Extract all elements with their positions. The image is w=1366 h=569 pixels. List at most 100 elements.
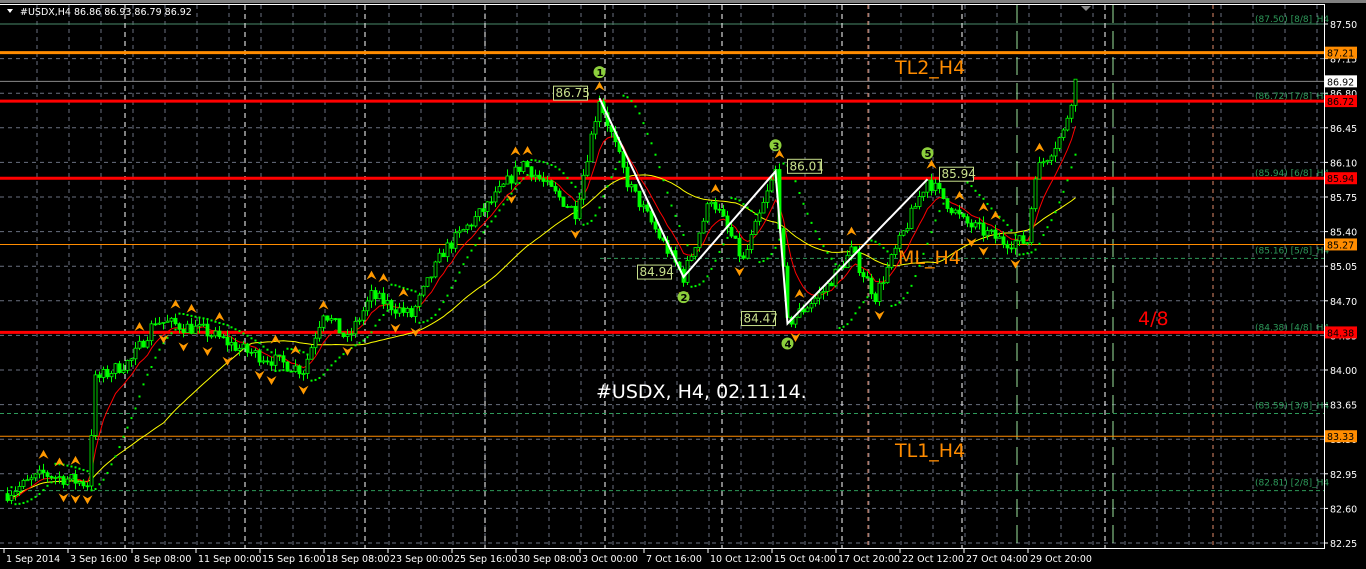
parabolic-sar-dot — [210, 319, 213, 322]
parabolic-sar-dot — [422, 321, 425, 324]
candle-body — [873, 293, 878, 302]
parabolic-sar-dot — [894, 303, 897, 306]
candle-body — [705, 203, 710, 222]
parabolic-sar-dot — [730, 197, 733, 200]
parabolic-sar-dot — [698, 283, 701, 286]
candle-body — [1029, 208, 1034, 244]
candle-body — [901, 230, 906, 236]
parabolic-sar-dot — [710, 267, 713, 270]
candle-body — [117, 363, 122, 373]
parabolic-sar-dot — [282, 369, 285, 372]
parabolic-sar-dot — [246, 334, 249, 337]
parabolic-sar-dot — [366, 336, 369, 339]
candle-body — [133, 347, 138, 360]
candle-body — [653, 221, 658, 230]
parabolic-sar-dot — [682, 233, 685, 236]
parabolic-sar-dot — [526, 173, 529, 176]
price-tick-label: 85.05 — [1330, 262, 1357, 273]
parabolic-sar-dot — [1006, 223, 1009, 226]
parabolic-sar-dot — [602, 195, 605, 198]
parabolic-sar-dot — [1042, 234, 1045, 237]
candle-body — [633, 184, 638, 192]
candle-body — [409, 308, 414, 317]
candle-body — [1025, 242, 1030, 245]
price-axis-border — [1324, 4, 1325, 549]
parabolic-sar-dot — [34, 495, 37, 498]
parabolic-sar-dot — [486, 225, 489, 228]
parabolic-sar-dot — [898, 301, 901, 304]
octave-label: 4/8 — [1138, 308, 1169, 330]
parabolic-sar-dot — [506, 198, 509, 201]
parabolic-sar-dot — [430, 317, 433, 320]
candle-body — [1017, 235, 1022, 242]
candle-body — [461, 229, 466, 232]
parabolic-sar-dot — [818, 238, 821, 241]
parabolic-sar-dot — [734, 197, 737, 200]
parabolic-sar-dot — [406, 288, 409, 291]
candle-body — [421, 285, 426, 296]
price-chart[interactable]: (87.50) [8/8]_H4(86.72) [7/8]_H4(85.94) … — [0, 0, 1366, 569]
parabolic-sar-dot — [502, 203, 505, 206]
candle-body — [489, 201, 494, 204]
parabolic-sar-dot — [122, 435, 125, 438]
candle-body — [729, 227, 734, 237]
parabolic-sar-dot — [878, 243, 881, 246]
candle-body — [433, 261, 438, 278]
candle-body — [585, 161, 590, 176]
candle-body — [61, 476, 66, 485]
parabolic-sar-dot — [850, 318, 853, 321]
candle-body — [229, 342, 234, 346]
parabolic-sar-dot — [398, 285, 401, 288]
parabolic-sar-dot — [762, 260, 765, 263]
parabolic-sar-dot — [70, 465, 73, 468]
candle-body — [405, 308, 410, 313]
zigzag-price-label: 85.94 — [942, 167, 976, 181]
candle-body — [849, 246, 854, 256]
candle-body — [33, 473, 38, 479]
candle-body — [193, 325, 198, 334]
price-tick-label: 82.95 — [1330, 470, 1357, 481]
parabolic-sar-dot — [594, 214, 597, 217]
candle-body — [941, 188, 946, 199]
candle-body — [269, 361, 274, 366]
parabolic-sar-dot — [458, 271, 461, 274]
candle-body — [765, 190, 770, 203]
candle-body — [457, 230, 462, 234]
candle-body — [1053, 147, 1058, 157]
parabolic-sar-dot — [814, 230, 817, 233]
parabolic-sar-dot — [690, 285, 693, 288]
candle-body — [69, 474, 74, 480]
time-tick-label: 30 Sep 08:00 — [518, 554, 581, 565]
parabolic-sar-dot — [318, 377, 321, 380]
parabolic-sar-dot — [874, 240, 877, 243]
parabolic-sar-dot — [1002, 219, 1005, 222]
parabolic-sar-dot — [478, 237, 481, 240]
price-tag-label: 87.21 — [1327, 49, 1354, 60]
parabolic-sar-dot — [606, 185, 609, 188]
parabolic-sar-dot — [342, 353, 345, 356]
candle-body — [929, 179, 934, 191]
candle-body — [85, 485, 90, 488]
candle-body — [281, 355, 286, 363]
parabolic-sar-dot — [330, 364, 333, 367]
parabolic-sar-dot — [626, 96, 629, 99]
candle-body — [253, 350, 258, 353]
candle-body — [353, 320, 358, 335]
candle-body — [261, 360, 266, 363]
parabolic-sar-dot — [186, 313, 189, 316]
price-tick-label: 84.00 — [1330, 366, 1357, 377]
candle-body — [137, 340, 142, 349]
candle-body — [113, 363, 118, 374]
parabolic-sar-dot — [1074, 153, 1077, 156]
parabolic-sar-dot — [1070, 166, 1073, 169]
parabolic-sar-dot — [302, 351, 305, 354]
parabolic-sar-dot — [1022, 253, 1025, 256]
time-tick-label: 7 Oct 16:00 — [646, 554, 702, 565]
candle-body — [989, 229, 994, 232]
candle-body — [641, 204, 646, 208]
time-tick-label: 22 Oct 12:00 — [902, 554, 964, 565]
candle-body — [893, 247, 898, 255]
candle-body — [709, 201, 714, 205]
candle-body — [157, 322, 162, 325]
parabolic-sar-dot — [678, 225, 681, 228]
